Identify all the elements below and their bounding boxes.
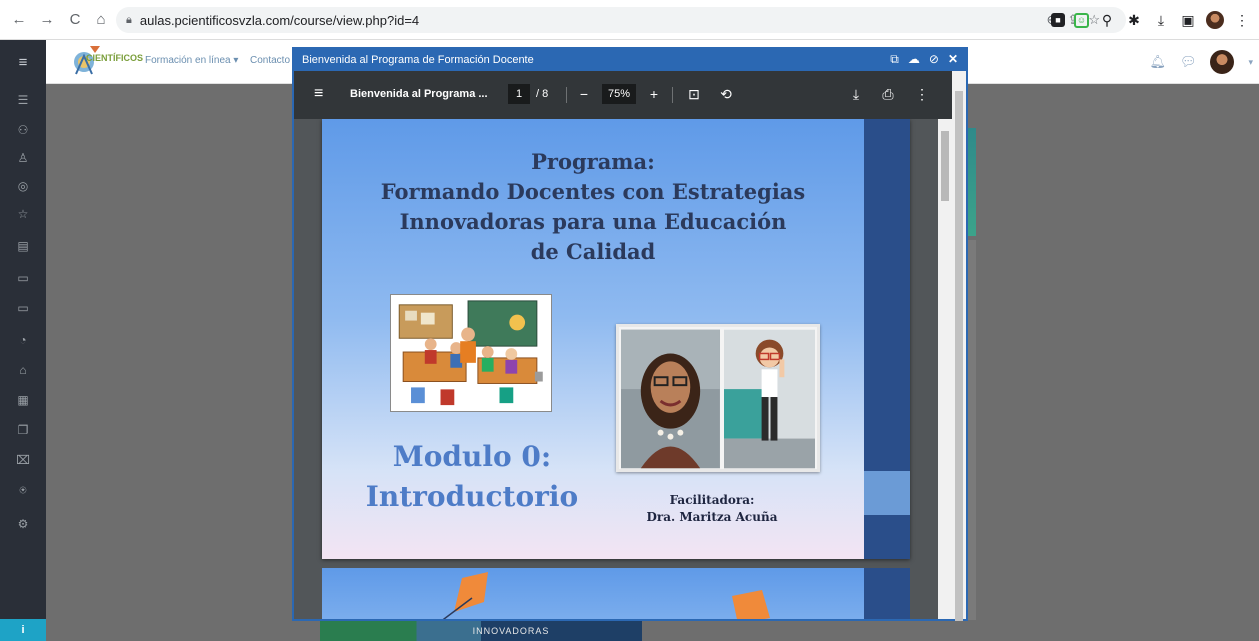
pdf-toolbar: ≡ Bienvenida al Programa ... 1 / 8 − 75%… xyxy=(294,71,952,119)
browser-toolbar: ← → C ⌂ 🔒︎ aulas.pcientificosvzla.com/co… xyxy=(0,0,1259,40)
address-bar[interactable]: 🔒︎ aulas.pcientificosvzla.com/course/vie… xyxy=(116,7,1126,33)
cloud-icon[interactable]: ☁ xyxy=(908,52,920,67)
list-icon[interactable]: ☰ xyxy=(0,88,46,112)
modal-title-bar: Bienvenida al Programa de Formación Doce… xyxy=(294,49,966,71)
pdf-scrollbar-thumb[interactable] xyxy=(941,131,949,201)
facilitator-label: Facilitadora: xyxy=(669,493,755,507)
hamburger-icon[interactable]: ≡ xyxy=(0,40,46,84)
close-icon[interactable]: ✕ xyxy=(948,52,958,67)
kite-illustration xyxy=(442,572,770,619)
banner-text: INNOVADORAS xyxy=(472,625,550,636)
home-button[interactable]: ⌂ xyxy=(90,9,112,31)
back-button[interactable]: ← xyxy=(8,9,30,31)
slide-title-line: de Calidad xyxy=(530,239,656,264)
zoom-out-button[interactable]: − xyxy=(574,84,594,104)
check-circle-icon[interactable]: ⊘ xyxy=(929,52,939,67)
fit-page-icon[interactable]: ⊡ xyxy=(684,84,704,104)
module-title: Modulo 0: Introductorio xyxy=(352,437,592,517)
extensions-bar: ■ ☺ ⚲ ✱ ⤓ ▣ ⋮ xyxy=(1051,8,1251,32)
folder-icon[interactable]: ▭ xyxy=(0,266,46,290)
extension-icon[interactable]: ☺ xyxy=(1074,12,1089,28)
chevron-down-icon[interactable]: ▾ xyxy=(1248,57,1253,68)
rotate-icon[interactable]: ⟲ xyxy=(716,84,736,104)
pdf-viewport[interactable]: Programa: Formando Docentes con Estrateg… xyxy=(294,119,952,619)
forward-button[interactable]: → xyxy=(36,9,58,31)
badge-icon[interactable]: ◎ xyxy=(0,174,46,198)
slide-title: Programa: Formando Docentes con Estrateg… xyxy=(322,147,864,267)
facilitator-photo-frame xyxy=(616,324,820,472)
extension-icon[interactable]: ⚲ xyxy=(1098,11,1116,29)
zoom-input[interactable]: 75% xyxy=(602,84,636,104)
pdf-page xyxy=(322,568,910,619)
slide-title-line: Formando Docentes con Estrategias xyxy=(380,179,806,204)
users-icon[interactable]: ⚇ xyxy=(0,118,46,142)
reload-button[interactable]: C xyxy=(64,9,86,31)
bell-icon[interactable]: 🔔︎ xyxy=(1149,54,1166,70)
more-options-icon[interactable]: ⋮ xyxy=(912,84,932,104)
modal-title: Bienvenida al Programa de Formación Doce… xyxy=(302,54,534,66)
modal-scrollbar-thumb[interactable] xyxy=(955,91,963,621)
page-number-input[interactable]: 1 xyxy=(508,84,530,104)
home-icon[interactable]: ⌂ xyxy=(0,358,46,382)
page-total: / 8 xyxy=(536,88,549,100)
extension-icon[interactable]: ■ xyxy=(1051,13,1065,27)
zoom-in-button[interactable]: + xyxy=(644,84,664,104)
pdf-page: Programa: Formando Docentes con Estrateg… xyxy=(322,119,910,559)
facilitator-name: Dra. Maritza Acuña xyxy=(646,510,778,524)
files-icon[interactable]: ❐ xyxy=(0,418,46,442)
download-icon[interactable]: ⤓ xyxy=(846,84,866,104)
lock-icon: 🔒︎ xyxy=(126,13,132,26)
slide-title-line: Programa: xyxy=(531,149,655,174)
profile-avatar[interactable] xyxy=(1206,11,1224,29)
star-icon[interactable]: ☆ xyxy=(0,202,46,226)
lock-icon[interactable]: ⌧ xyxy=(0,448,46,472)
slide-side-bar xyxy=(864,568,910,619)
pdf-doc-title: Bienvenida al Programa ... xyxy=(350,88,488,100)
facilitator-photo xyxy=(621,329,720,469)
left-sidebar: ☰ ⚇ ♙ ◎ ☆ ▤ ▭ ▭ ◔ ⌂ ▦ ❐ ⌧ ⍟ ⚙ i xyxy=(0,84,46,641)
puzzle-icon[interactable]: ✱ xyxy=(1125,11,1143,29)
course-banner: INNOVADORAS xyxy=(320,620,642,641)
info-icon[interactable]: i xyxy=(0,619,46,641)
module-line: Modulo 0: xyxy=(392,440,552,473)
copy-icon[interactable]: ⧉ xyxy=(890,52,899,67)
toolbar-divider xyxy=(566,87,567,103)
graduation-icon[interactable]: ⍟ xyxy=(0,478,46,502)
nav-formacion[interactable]: Formación en línea ▾ xyxy=(145,55,238,66)
slide-side-band xyxy=(864,471,910,515)
download-icon[interactable]: ⤓ xyxy=(1152,11,1170,29)
module-line: Introductorio xyxy=(365,480,579,513)
user-icon[interactable]: ♙ xyxy=(0,146,46,170)
gear-icon[interactable]: ⚙ xyxy=(0,512,46,536)
avatar-illustration xyxy=(723,329,815,469)
kebab-menu-icon[interactable]: ⋮ xyxy=(1233,11,1251,29)
user-avatar[interactable] xyxy=(1210,50,1235,74)
classroom-clipart xyxy=(390,294,552,412)
grades-icon[interactable]: ▤ xyxy=(0,234,46,258)
facilitator-credit: Facilitadora: Dra. Maritza Acuña xyxy=(622,492,802,526)
logo-text: CIENTÍFICOS xyxy=(86,53,144,63)
url-text: aulas.pcientificosvzla.com/course/view.p… xyxy=(139,12,420,28)
chat-icon[interactable]: 💬︎ xyxy=(1180,54,1197,70)
calendar-icon[interactable]: ▦ xyxy=(0,388,46,412)
slide-title-line: Innovadoras para una Educación xyxy=(399,209,787,234)
dashboard-icon[interactable]: ◔ xyxy=(0,328,46,352)
pdf-scrollbar[interactable] xyxy=(938,119,952,619)
sidepanel-icon[interactable]: ▣ xyxy=(1179,11,1197,29)
print-icon[interactable]: ⎙ xyxy=(878,84,898,104)
folder-icon[interactable]: ▭ xyxy=(0,296,46,320)
modal-scrollbar[interactable] xyxy=(952,71,966,621)
toolbar-divider xyxy=(672,87,673,103)
pdf-modal: Bienvenida al Programa de Formación Doce… xyxy=(292,47,968,621)
menu-icon[interactable]: ≡ xyxy=(314,85,323,103)
nav-contacto[interactable]: Contacto xyxy=(250,55,290,66)
